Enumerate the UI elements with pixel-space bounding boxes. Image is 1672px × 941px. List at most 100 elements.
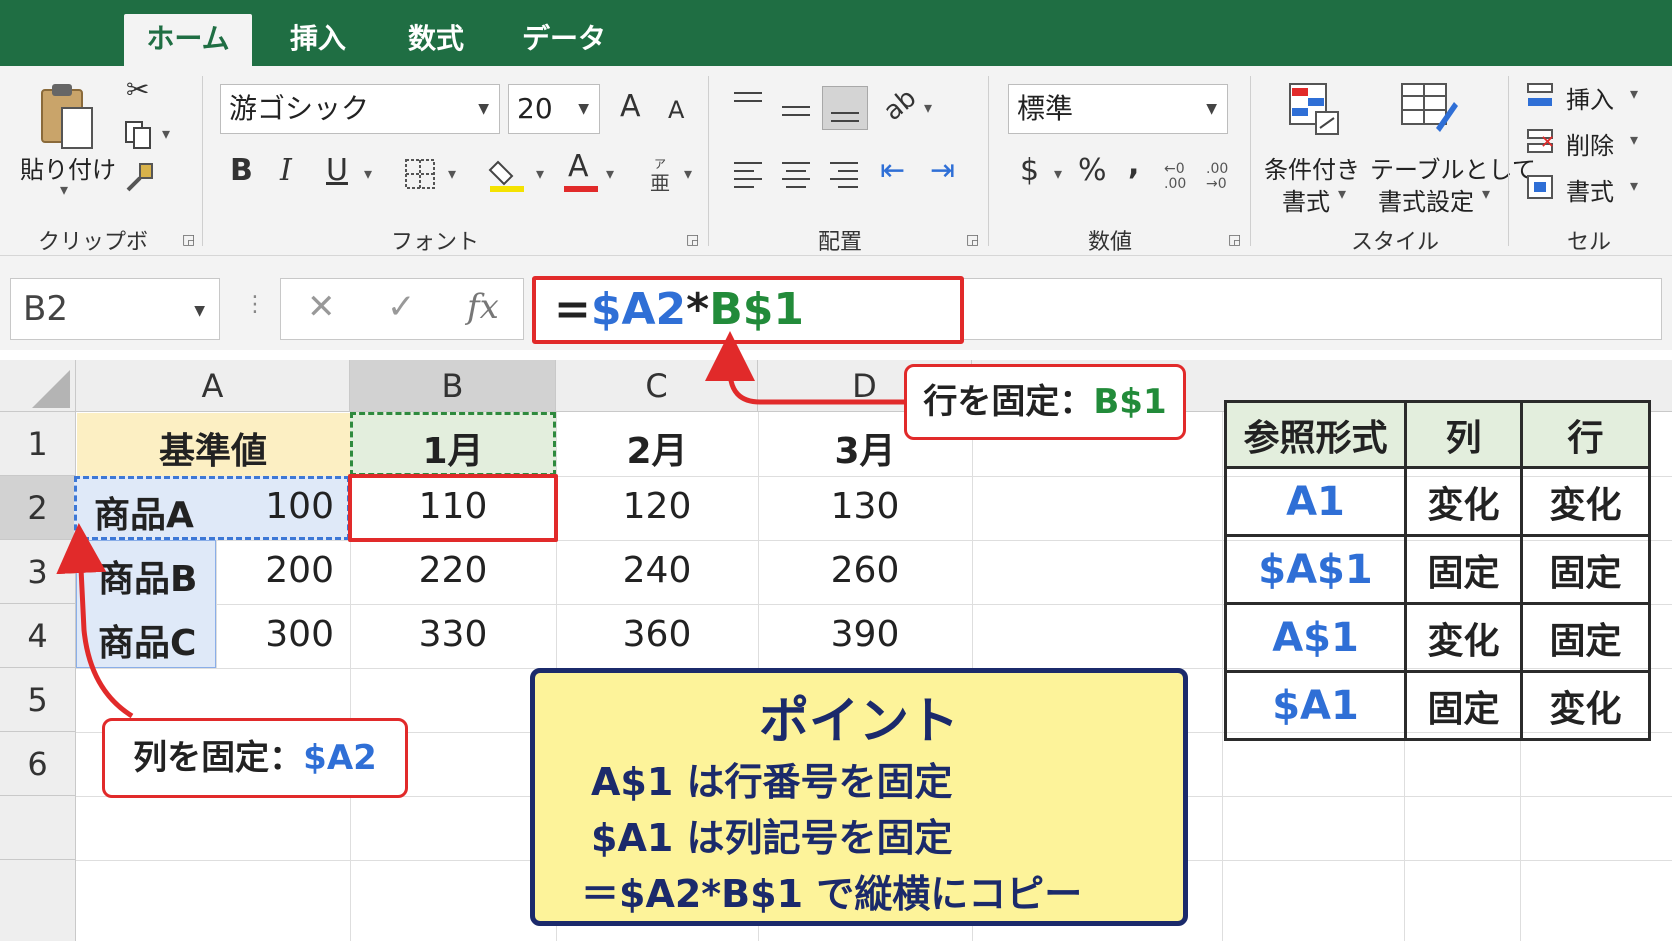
svg-text:✕: ✕ bbox=[1540, 132, 1555, 153]
bold-button[interactable]: B bbox=[230, 156, 253, 186]
cell-a2-label[interactable]: 商品A bbox=[94, 486, 194, 538]
number-launcher-icon[interactable]: ◲ bbox=[1228, 232, 1241, 248]
underline-dropdown-icon[interactable]: ▾ bbox=[364, 166, 372, 182]
insert-cells-button[interactable]: 挿入 bbox=[1566, 80, 1614, 115]
font-name-value: 游ゴシック bbox=[229, 92, 370, 125]
cell-c3[interactable]: 240 bbox=[556, 550, 758, 591]
cell-d3[interactable]: 260 bbox=[758, 550, 972, 591]
decrease-indent-icon[interactable]: ⇤ bbox=[880, 156, 905, 186]
format-cells-button[interactable]: 書式 bbox=[1566, 172, 1614, 207]
borders-icon[interactable] bbox=[404, 158, 436, 190]
cell-a4-value[interactable]: 300 bbox=[216, 614, 334, 655]
row-header-6[interactable]: 6 bbox=[0, 732, 76, 796]
row-header-4[interactable]: 4 bbox=[0, 604, 76, 668]
italic-button[interactable]: I bbox=[280, 156, 292, 186]
number-format-select[interactable]: 標準 ▼ bbox=[1008, 84, 1228, 134]
alignment-launcher-icon[interactable]: ◲ bbox=[966, 232, 979, 248]
delete-cells-button[interactable]: 削除 bbox=[1566, 126, 1614, 161]
row-header-2[interactable]: 2 bbox=[0, 476, 76, 540]
grow-font-button[interactable]: A bbox=[620, 92, 641, 122]
column-header-c[interactable]: C bbox=[556, 360, 758, 412]
conditional-formatting-dropdown-icon[interactable]: ▾ bbox=[1338, 186, 1346, 202]
paste-icon[interactable] bbox=[38, 80, 98, 154]
orientation-dropdown-icon[interactable]: ▾ bbox=[924, 100, 932, 116]
increase-indent-icon[interactable]: ⇥ bbox=[930, 156, 955, 186]
cell-a3-label[interactable]: 商品B bbox=[98, 550, 197, 602]
copy-dropdown-icon[interactable]: ▾ bbox=[162, 126, 170, 142]
font-name-select[interactable]: 游ゴシック ▼ bbox=[220, 84, 500, 134]
cell-a1[interactable]: 基準値 bbox=[76, 422, 350, 474]
tab-home[interactable]: ホーム bbox=[124, 14, 252, 66]
format-as-table-label-2[interactable]: 書式設定 bbox=[1378, 182, 1474, 217]
underline-button[interactable]: U bbox=[326, 156, 348, 186]
insert-cells-dropdown-icon[interactable]: ▾ bbox=[1630, 86, 1638, 102]
cell-a4-label[interactable]: 商品C bbox=[98, 614, 196, 666]
fill-color-dropdown-icon[interactable]: ▾ bbox=[536, 166, 544, 182]
conditional-formatting-label[interactable]: 条件付き bbox=[1264, 150, 1360, 185]
cell-d4[interactable]: 390 bbox=[758, 614, 972, 655]
table-header: 行 bbox=[1520, 400, 1651, 469]
fill-color-icon[interactable] bbox=[488, 154, 528, 194]
cell-d2[interactable]: 130 bbox=[758, 486, 972, 527]
row-header-1[interactable]: 1 bbox=[0, 412, 76, 476]
insert-function-icon[interactable]: fx bbox=[467, 287, 499, 327]
currency-button[interactable]: $ bbox=[1020, 156, 1039, 186]
phonetic-guide-icon[interactable]: ア 亜 bbox=[648, 154, 678, 194]
column-header-a[interactable]: A bbox=[76, 360, 350, 412]
paste-button[interactable]: 貼り付け bbox=[20, 150, 116, 185]
orientation-icon[interactable]: ab bbox=[878, 83, 922, 127]
conditional-formatting-label-2[interactable]: 書式 bbox=[1282, 182, 1330, 217]
format-as-table-dropdown-icon[interactable]: ▾ bbox=[1482, 186, 1490, 202]
tab-data[interactable]: データ bbox=[510, 14, 618, 66]
delete-cells-dropdown-icon[interactable]: ▾ bbox=[1630, 132, 1638, 148]
copy-icon[interactable] bbox=[124, 120, 154, 150]
cell-c4[interactable]: 360 bbox=[556, 614, 758, 655]
percent-button[interactable]: % bbox=[1078, 156, 1107, 186]
table-cell: 変化 bbox=[1404, 602, 1523, 673]
format-as-table-label[interactable]: テーブルとして bbox=[1370, 150, 1536, 185]
row-header-3[interactable]: 3 bbox=[0, 540, 76, 604]
font-size-select[interactable]: 20 ▼ bbox=[508, 84, 600, 134]
cell-c2[interactable]: 120 bbox=[556, 486, 758, 527]
phonetic-dropdown-icon[interactable]: ▾ bbox=[684, 166, 692, 182]
conditional-formatting-icon[interactable] bbox=[1286, 80, 1342, 138]
font-color-dropdown-icon[interactable]: ▾ bbox=[606, 166, 614, 182]
cell-b1[interactable]: 1月 bbox=[350, 422, 556, 474]
cell-a2-value[interactable]: 100 bbox=[216, 486, 334, 527]
group-separator bbox=[202, 76, 203, 246]
svg-text:ア: ア bbox=[654, 157, 666, 171]
cell-b3[interactable]: 220 bbox=[350, 550, 556, 591]
tab-insert[interactable]: 挿入 bbox=[270, 14, 366, 66]
table-cell-format: $A1 bbox=[1224, 670, 1407, 741]
font-color-button[interactable]: A bbox=[568, 152, 589, 182]
table-row: $A1 固定 変化 bbox=[1224, 670, 1651, 741]
cell-c1[interactable]: 2月 bbox=[556, 422, 758, 474]
decrease-decimal-button[interactable]: .00 →0 bbox=[1206, 162, 1228, 192]
clipboard-launcher-icon[interactable]: ◲ bbox=[182, 232, 195, 248]
shrink-font-button[interactable]: A bbox=[668, 98, 684, 122]
name-box[interactable]: B2 ▼ bbox=[10, 278, 220, 340]
select-all-button[interactable] bbox=[0, 360, 76, 412]
enter-icon[interactable]: ✓ bbox=[387, 287, 416, 327]
paste-dropdown-icon[interactable]: ▾ bbox=[60, 182, 68, 198]
row-header-5[interactable]: 5 bbox=[0, 668, 76, 732]
tab-formulas[interactable]: 数式 bbox=[388, 14, 484, 66]
cut-icon[interactable]: ✂ bbox=[126, 76, 149, 104]
font-launcher-icon[interactable]: ◲ bbox=[686, 232, 699, 248]
cell-b4[interactable]: 330 bbox=[350, 614, 556, 655]
format-cells-dropdown-icon[interactable]: ▾ bbox=[1630, 178, 1638, 194]
increase-decimal-button[interactable]: ←0 .00 bbox=[1164, 162, 1186, 192]
comma-button[interactable]: , bbox=[1128, 150, 1139, 180]
formula-content[interactable]: =$A2*B$1 bbox=[532, 276, 964, 344]
table-cell-format: A$1 bbox=[1224, 602, 1407, 673]
borders-dropdown-icon[interactable]: ▾ bbox=[448, 166, 456, 182]
format-painter-icon[interactable] bbox=[124, 162, 156, 194]
format-as-table-icon[interactable] bbox=[1398, 80, 1460, 138]
number-group-label: 数値 bbox=[1087, 230, 1132, 255]
column-header-b[interactable]: B bbox=[350, 360, 556, 412]
cell-a3-value[interactable]: 200 bbox=[216, 550, 334, 591]
align-bottom-button[interactable] bbox=[822, 86, 868, 130]
currency-dropdown-icon[interactable]: ▾ bbox=[1054, 166, 1062, 182]
more-options-icon[interactable]: ⋮ bbox=[244, 292, 266, 317]
cancel-icon[interactable]: ✕ bbox=[307, 287, 336, 327]
